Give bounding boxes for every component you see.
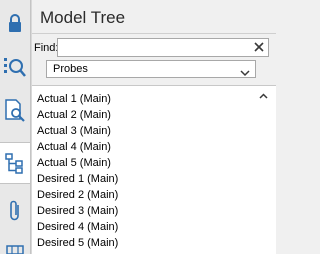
tree-item[interactable]: Desired 1 (Main): [37, 171, 118, 187]
document-search-icon: [4, 99, 26, 123]
chevron-down-icon: [240, 66, 250, 80]
chevron-up-icon: [258, 88, 268, 102]
tree-item[interactable]: Actual 4 (Main): [37, 139, 118, 155]
tree-items: Actual 1 (Main) Actual 2 (Main) Actual 3…: [37, 91, 118, 251]
tree-item[interactable]: Actual 2 (Main): [37, 107, 118, 123]
model-tree-panel: Model Tree Find: Probes Actual 1 (Main) …: [31, 0, 276, 254]
tree-item[interactable]: Actual 5 (Main): [37, 155, 118, 171]
model-tree-list: Actual 1 (Main) Actual 2 (Main) Actual 3…: [32, 85, 276, 254]
tree-item[interactable]: Actual 1 (Main): [37, 91, 118, 107]
attachments-button[interactable]: [0, 190, 30, 232]
side-toolbar: [0, 0, 31, 254]
tree-item[interactable]: Desired 2 (Main): [37, 187, 118, 203]
panel-title: Model Tree: [40, 8, 126, 27]
clear-find-button[interactable]: [250, 39, 267, 56]
search-list-icon: [3, 56, 27, 78]
filter-selected-value: Probes: [53, 63, 88, 75]
tree-item[interactable]: Desired 3 (Main): [37, 203, 118, 219]
tree-item[interactable]: Desired 4 (Main): [37, 219, 118, 235]
tree-icon: [4, 152, 26, 174]
close-icon: [253, 41, 264, 55]
find-input[interactable]: [57, 38, 269, 57]
grid-icon: [5, 236, 25, 254]
tree-item[interactable]: Desired 5 (Main): [37, 235, 118, 251]
title-divider: [32, 33, 276, 34]
find-label: Find:: [34, 42, 59, 54]
scroll-up-button[interactable]: [257, 89, 269, 101]
lock-icon: [7, 13, 23, 33]
grid-button[interactable]: [0, 236, 30, 254]
tree-item[interactable]: Actual 3 (Main): [37, 123, 118, 139]
model-tree-button[interactable]: [0, 142, 30, 184]
document-search-button[interactable]: [0, 90, 30, 132]
paperclip-icon: [7, 199, 23, 223]
filter-dropdown[interactable]: Probes: [46, 60, 256, 78]
search-list-button[interactable]: [0, 46, 30, 88]
lock-button[interactable]: [0, 2, 30, 44]
